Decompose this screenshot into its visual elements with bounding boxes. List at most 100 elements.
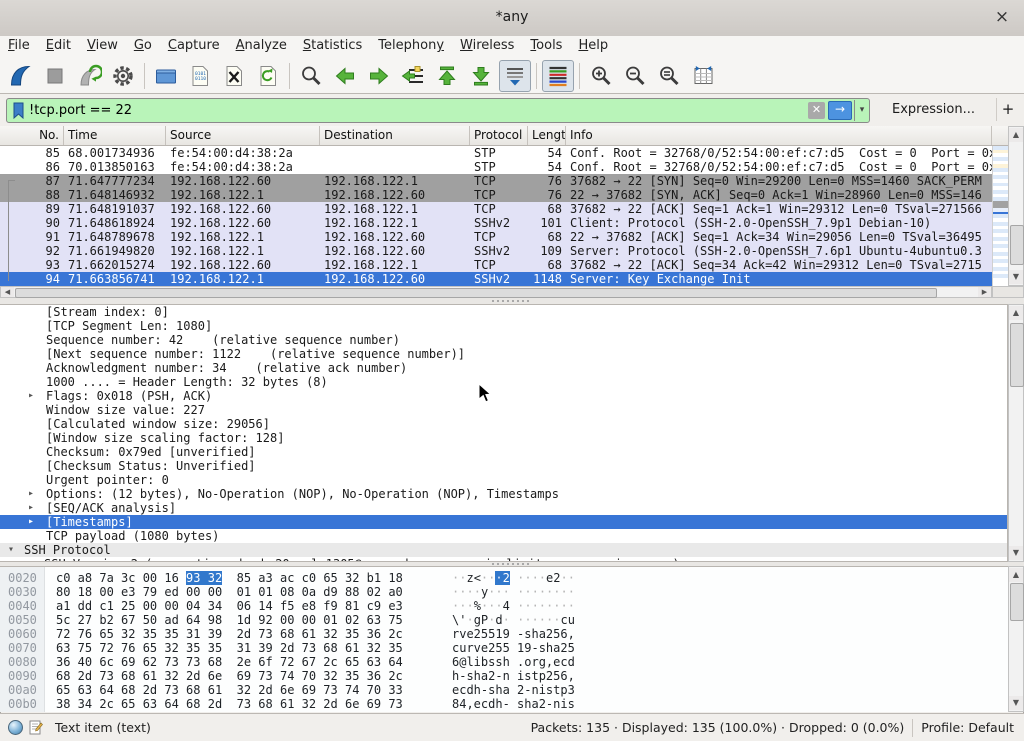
expander-collapsed-icon[interactable]: ▸: [28, 515, 34, 529]
detail-row[interactable]: [Next sequence number: 1122 (relative se…: [0, 347, 1008, 361]
scroll-down-icon[interactable]: ▼: [1009, 270, 1023, 284]
scroll-right-icon[interactable]: ▶: [978, 287, 991, 297]
detail-row[interactable]: TCP payload (1080 bytes): [0, 529, 1008, 543]
packet-list-scrollbar[interactable]: ▲ ▼: [1008, 126, 1024, 286]
detail-row[interactable]: [TCP Segment Len: 1080]: [0, 319, 1008, 333]
scroll-thumb[interactable]: [1010, 225, 1024, 265]
detail-row[interactable]: Window size value: 227: [0, 403, 1008, 417]
detail-row[interactable]: Urgent pointer: 0: [0, 473, 1008, 487]
go-back-icon[interactable]: [329, 60, 361, 92]
detail-row[interactable]: Checksum: 0x79ed [unverified]: [0, 445, 1008, 459]
auto-scroll-icon[interactable]: [499, 60, 531, 92]
hex-row-0030[interactable]: 003080 18 00 e3 79 ed 00 00 01 01 08 0a …: [0, 585, 1008, 599]
capture-comment-icon[interactable]: [29, 720, 43, 736]
expander-collapsed-icon[interactable]: ▸: [28, 487, 34, 501]
scroll-left-icon[interactable]: ◀: [1, 287, 14, 297]
menu-tools[interactable]: Tools: [522, 36, 570, 56]
packet-row-90[interactable]: 9071.648618924192.168.122.60192.168.122.…: [0, 216, 992, 230]
zoom-out-icon[interactable]: [619, 60, 651, 92]
display-filter-input[interactable]: [25, 103, 808, 118]
hex-row-0080[interactable]: 008036 40 6c 69 62 73 73 68 2e 6f 72 67 …: [0, 655, 1008, 669]
expander-expanded-icon[interactable]: ▾: [8, 543, 14, 557]
restart-capture-icon[interactable]: [73, 60, 105, 92]
detail-row[interactable]: ▸[Timestamps]: [0, 515, 1008, 529]
packet-row-94[interactable]: 9471.663856741192.168.122.1192.168.122.6…: [0, 272, 992, 286]
hex-scrollbar[interactable]: ▲ ▼: [1008, 566, 1024, 712]
close-icon[interactable]: ×: [988, 0, 1016, 34]
apply-filter-icon[interactable]: →: [828, 101, 852, 120]
open-file-icon[interactable]: [150, 60, 182, 92]
expression-button[interactable]: Expression...: [884, 98, 983, 121]
detail-row[interactable]: ▸Flags: 0x018 (PSH, ACK): [0, 389, 1008, 403]
menu-telephony[interactable]: Telephony: [370, 36, 452, 56]
expander-collapsed-icon[interactable]: ▸: [28, 501, 34, 515]
menu-statistics[interactable]: Statistics: [295, 36, 370, 56]
menu-view[interactable]: View: [79, 36, 126, 56]
packet-row-86[interactable]: 8670.013850163fe:54:00:d4:38:2aSTP54Conf…: [0, 160, 992, 174]
display-filter-field[interactable]: ✕ → ▾: [6, 98, 870, 123]
hex-row-0060[interactable]: 006072 76 65 32 35 35 31 39 2d 73 68 61 …: [0, 627, 1008, 641]
start-capture-icon[interactable]: [5, 60, 37, 92]
hex-row-0050[interactable]: 00505c 27 b2 67 50 ad 64 98 1d 92 00 00 …: [0, 613, 1008, 627]
go-to-packet-icon[interactable]: [397, 60, 429, 92]
packet-list-hscrollbar[interactable]: ◀ ▶: [0, 286, 992, 298]
scroll-thumb[interactable]: [1010, 583, 1024, 621]
hex-row-0040[interactable]: 0040a1 dd c1 25 00 00 04 34 06 14 f5 e8 …: [0, 599, 1008, 613]
detail-row[interactable]: Sequence number: 42 (relative sequence n…: [0, 333, 1008, 347]
save-file-icon[interactable]: 01010110: [184, 60, 216, 92]
packet-row-87[interactable]: 8771.647777234192.168.122.60192.168.122.…: [0, 174, 992, 188]
scroll-up-icon[interactable]: ▲: [1009, 128, 1023, 142]
menu-wireless[interactable]: Wireless: [452, 36, 522, 56]
menu-go[interactable]: Go: [126, 36, 160, 56]
detail-row[interactable]: Acknowledgment number: 34 (relative ack …: [0, 361, 1008, 375]
go-last-icon[interactable]: [465, 60, 497, 92]
hex-row-0090[interactable]: 009068 2d 73 68 61 32 2d 6e 69 73 74 70 …: [0, 669, 1008, 683]
detail-scrollbar[interactable]: ▲ ▼: [1008, 304, 1024, 562]
bookmark-icon[interactable]: [12, 102, 25, 119]
hex-row-0020[interactable]: 0020c0 a8 7a 3c 00 16 93 32 85 a3 ac c0 …: [0, 571, 1008, 585]
hex-row-00a0[interactable]: 00a065 63 64 68 2d 73 68 61 32 2d 6e 69 …: [0, 683, 1008, 697]
expander-collapsed-icon[interactable]: ▸: [28, 389, 34, 403]
reload-file-icon[interactable]: [252, 60, 284, 92]
hscroll-thumb[interactable]: [15, 288, 937, 298]
packet-row-92[interactable]: 9271.661949820192.168.122.1192.168.122.6…: [0, 244, 992, 258]
go-forward-icon[interactable]: [363, 60, 395, 92]
detail-row[interactable]: ▸[SEQ/ACK analysis]: [0, 501, 1008, 515]
column-header-info[interactable]: Info: [566, 126, 992, 145]
detail-row[interactable]: [Calculated window size: 29056]: [0, 417, 1008, 431]
menu-edit[interactable]: Edit: [38, 36, 79, 56]
packet-row-89[interactable]: 8971.648191037192.168.122.60192.168.122.…: [0, 202, 992, 216]
detail-row[interactable]: [Window size scaling factor: 128]: [0, 431, 1008, 445]
packet-row-93[interactable]: 9371.662015274192.168.122.60192.168.122.…: [0, 258, 992, 272]
colorize-icon[interactable]: [542, 60, 574, 92]
hex-row-00b0[interactable]: 00b038 34 2c 65 63 64 68 2d 73 68 61 32 …: [0, 697, 1008, 711]
packet-row-85[interactable]: 8568.001734936fe:54:00:d4:38:2aSTP54Conf…: [0, 146, 992, 160]
column-header-length[interactable]: Length: [528, 126, 566, 145]
zoom-in-icon[interactable]: [585, 60, 617, 92]
clear-filter-icon[interactable]: ✕: [808, 102, 825, 119]
menu-capture[interactable]: Capture: [160, 36, 228, 56]
scroll-down-icon[interactable]: ▼: [1009, 696, 1023, 710]
scroll-up-icon[interactable]: ▲: [1009, 568, 1023, 582]
detail-row[interactable]: [Checksum Status: Unverified]: [0, 459, 1008, 473]
column-header-protocol[interactable]: Protocol: [470, 126, 528, 145]
detail-row[interactable]: ▸Options: (12 bytes), No-Operation (NOP)…: [0, 487, 1008, 501]
capture-options-icon[interactable]: [107, 60, 139, 92]
expert-info-icon[interactable]: [8, 720, 23, 735]
packet-minimap[interactable]: [992, 146, 1009, 286]
find-packet-icon[interactable]: [295, 60, 327, 92]
column-header-destination[interactable]: Destination: [320, 126, 470, 145]
detail-row[interactable]: 1000 .... = Header Length: 32 bytes (8): [0, 375, 1008, 389]
packet-row-88[interactable]: 8871.648146932192.168.122.1192.168.122.6…: [0, 188, 992, 202]
column-header-source[interactable]: Source: [166, 126, 320, 145]
detail-row[interactable]: [Stream index: 0]: [0, 305, 1008, 319]
menu-analyze[interactable]: Analyze: [228, 36, 295, 56]
column-header-time[interactable]: Time: [64, 126, 166, 145]
hex-row-0070[interactable]: 007063 75 72 76 65 32 35 35 31 39 2d 73 …: [0, 641, 1008, 655]
scroll-thumb[interactable]: [1010, 323, 1024, 387]
menu-help[interactable]: Help: [570, 36, 616, 56]
resize-columns-icon[interactable]: [687, 60, 719, 92]
packet-row-91[interactable]: 9171.648789678192.168.122.1192.168.122.6…: [0, 230, 992, 244]
scroll-down-icon[interactable]: ▼: [1009, 546, 1023, 560]
stop-capture-icon[interactable]: [39, 60, 71, 92]
